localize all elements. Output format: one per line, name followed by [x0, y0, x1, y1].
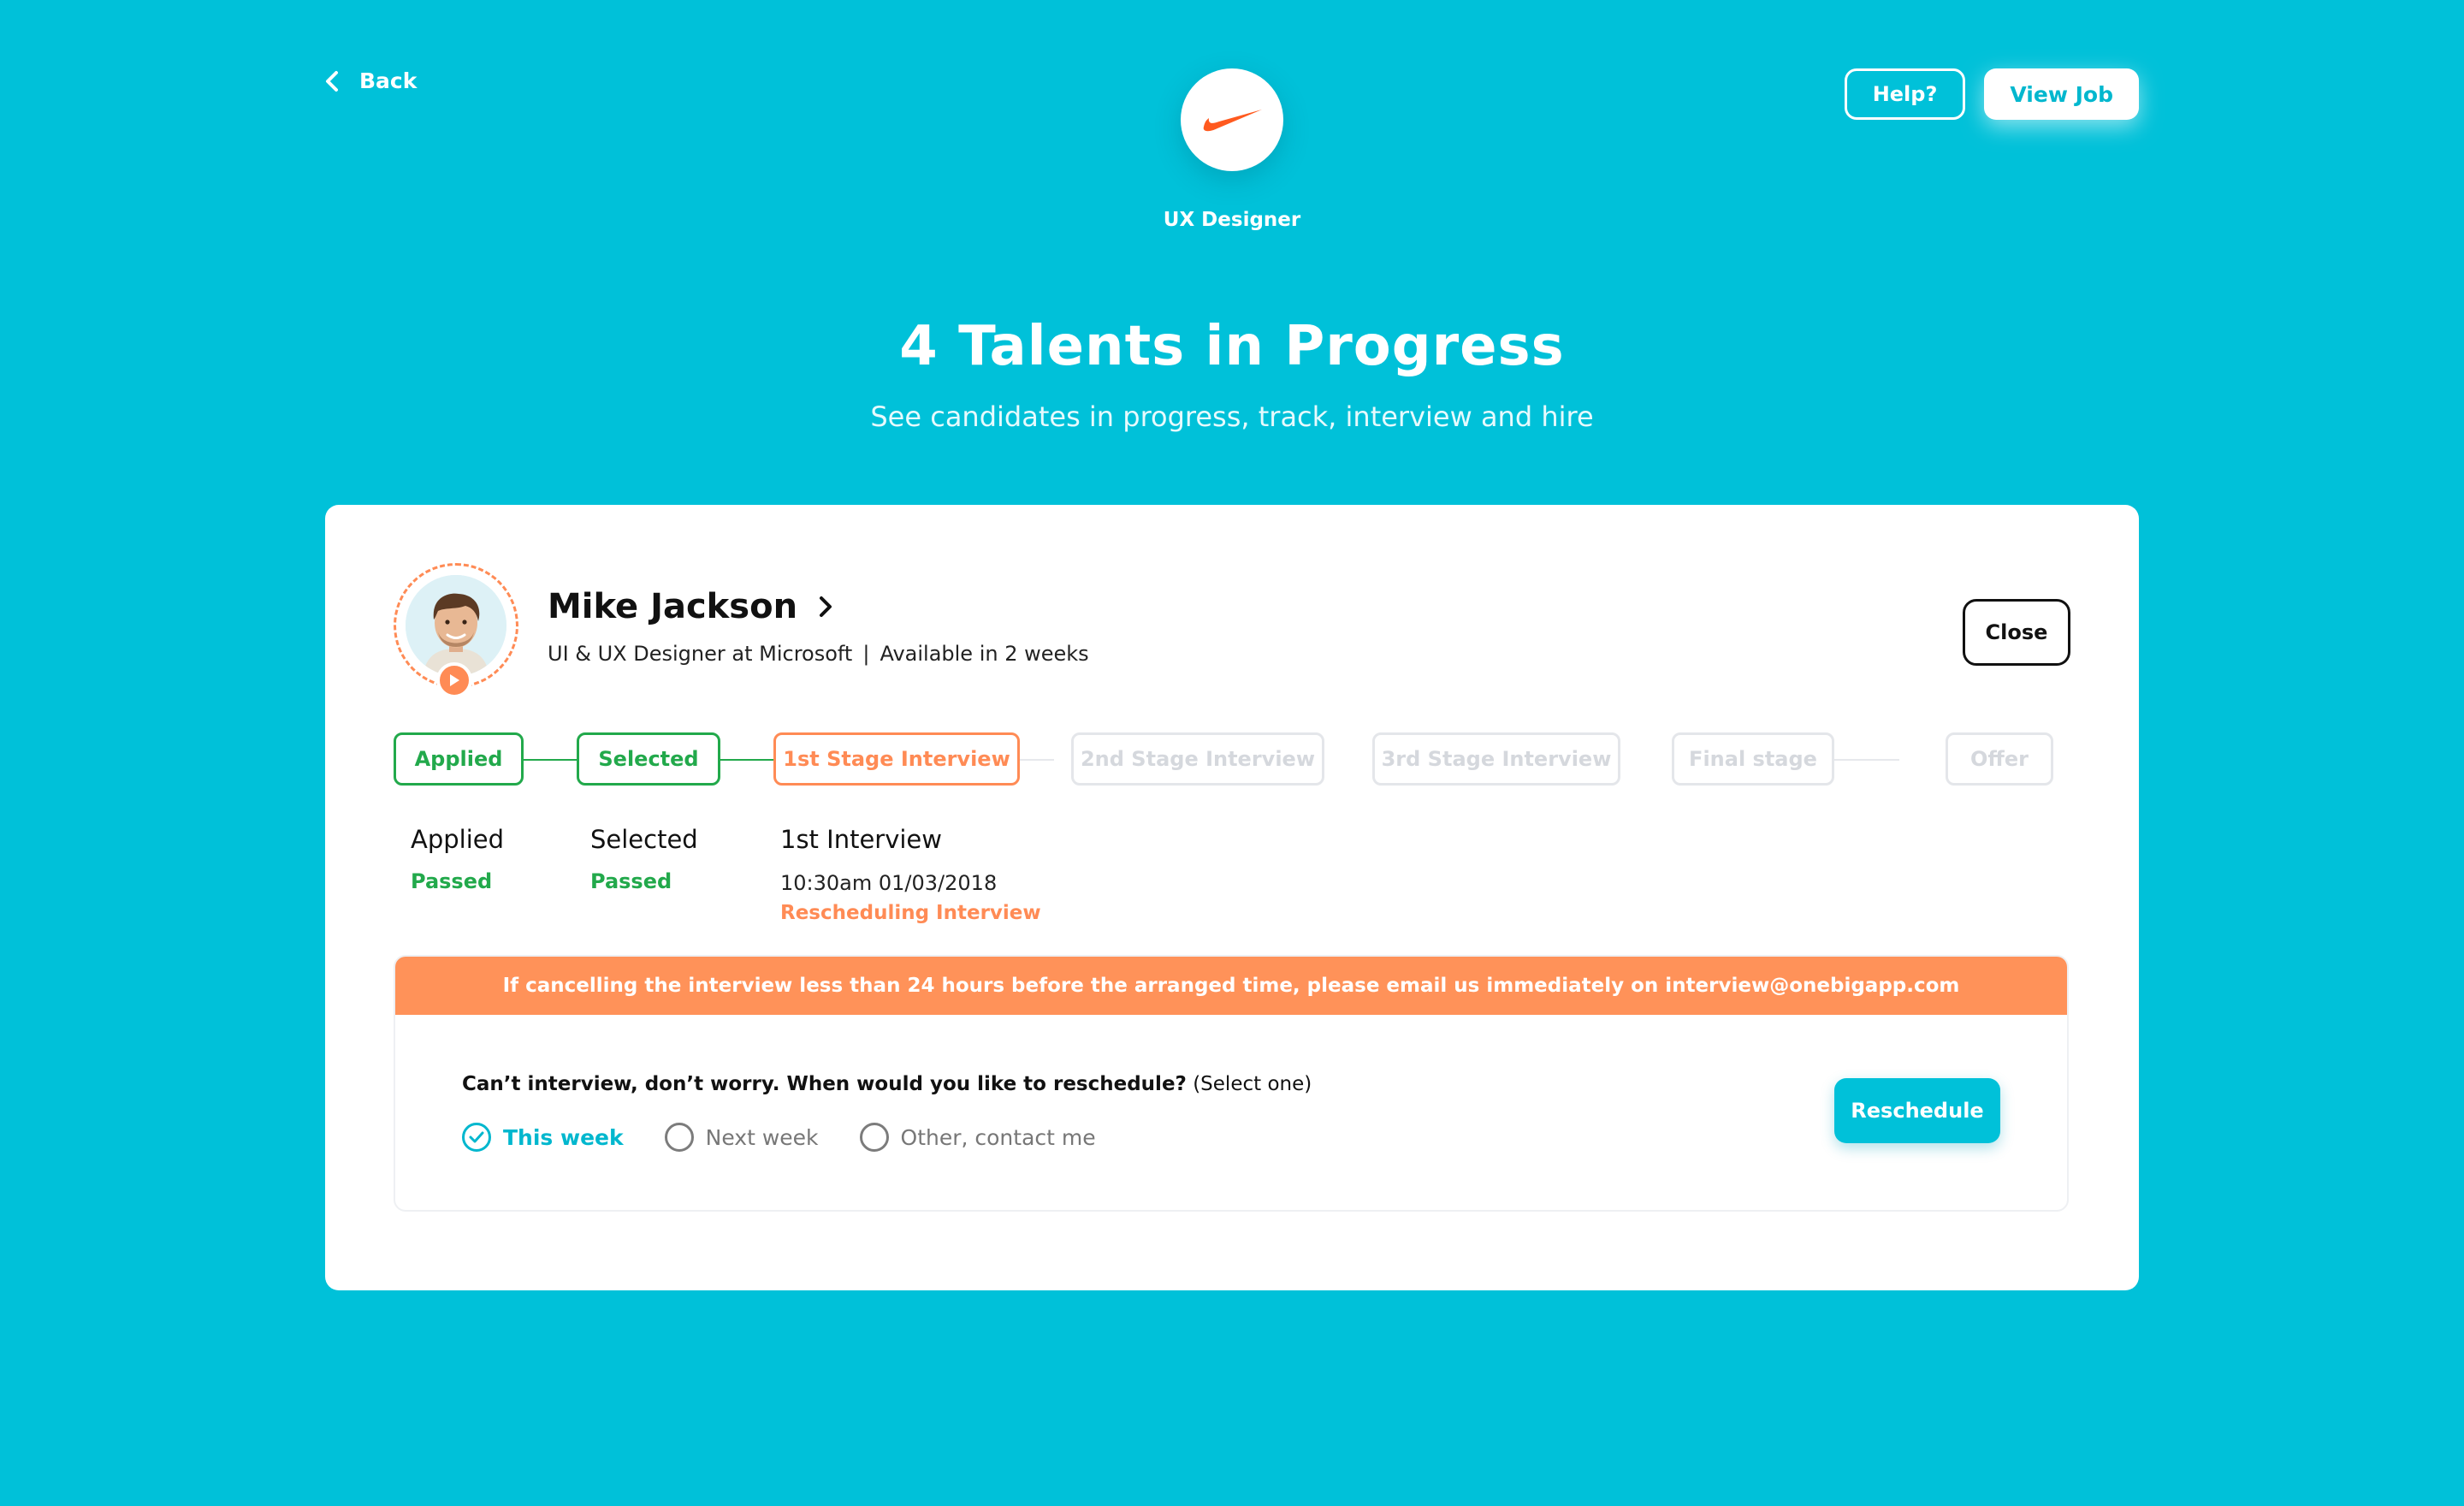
- radio-checked-icon: [462, 1123, 491, 1152]
- option-this-week[interactable]: This week: [462, 1123, 624, 1152]
- reschedule-button[interactable]: Reschedule: [1834, 1078, 2000, 1143]
- candidate-role: UI & UX Designer at Microsoft: [548, 642, 853, 666]
- question-text: Can’t interview, don’t worry. When would…: [462, 1073, 1187, 1095]
- candidate-meta: UI & UX Designer at Microsoft | Available …: [548, 642, 1089, 666]
- reschedule-question: Can’t interview, don’t worry. When would…: [462, 1073, 1312, 1095]
- top-actions: Help? View Job: [1844, 68, 2139, 120]
- option-label: Other, contact me: [900, 1124, 1096, 1150]
- job-title: UX Designer: [1163, 209, 1301, 231]
- stage-first-interview[interactable]: 1st Stage Interview: [773, 732, 1020, 786]
- reschedule-panel: If cancelling the interview less than 24…: [394, 955, 2069, 1212]
- back-label: Back: [359, 68, 418, 93]
- stage-offer[interactable]: Offer: [1946, 732, 2053, 786]
- radio-unchecked-icon: [664, 1123, 694, 1152]
- stage-final[interactable]: Final stage: [1672, 732, 1834, 786]
- avatar: [406, 575, 506, 676]
- option-label: This week: [503, 1124, 624, 1150]
- stage-third-interview[interactable]: 3rd Stage Interview: [1372, 732, 1620, 786]
- reschedule-options: This week Next week Other, contact me: [462, 1123, 1096, 1152]
- stage-second-interview[interactable]: 2nd Stage Interview: [1071, 732, 1324, 786]
- detail-status: Passed: [411, 869, 493, 893]
- candidate-name: Mike Jackson: [548, 587, 798, 626]
- chevron-right-icon: [820, 596, 832, 617]
- detail-selected: Selected Passed: [590, 825, 698, 893]
- chevron-left-icon: [326, 70, 338, 92]
- option-next-week[interactable]: Next week: [664, 1123, 819, 1152]
- detail-title: 1st Interview: [780, 825, 942, 854]
- stage-connector: [524, 759, 577, 761]
- question-hint: (Select one): [1193, 1073, 1312, 1095]
- detail-status: Passed: [590, 869, 672, 893]
- warning-banner: If cancelling the interview less than 24…: [395, 957, 2067, 1015]
- stage-connector: [720, 759, 773, 761]
- stage-applied[interactable]: Applied: [394, 732, 524, 786]
- play-icon: [450, 674, 459, 686]
- help-button[interactable]: Help?: [1844, 68, 1966, 120]
- page-subtitle: See candidates in progress, track, inter…: [870, 400, 1594, 433]
- option-other[interactable]: Other, contact me: [859, 1123, 1096, 1152]
- play-video-button[interactable]: [436, 662, 472, 698]
- detail-applied: Applied Passed: [411, 825, 504, 893]
- detail-interview: 1st Interview 10:30am 01/03/2018 Resched…: [780, 825, 1041, 924]
- company-logo: [1181, 68, 1283, 171]
- detail-title: Selected: [590, 825, 698, 854]
- stage-selected[interactable]: Selected: [577, 732, 720, 786]
- interview-time: 10:30am 01/03/2018: [780, 871, 998, 895]
- close-button[interactable]: Close: [1963, 599, 2070, 666]
- candidate-card: Mike Jackson UI & UX Designer at Microso…: [325, 505, 2139, 1290]
- view-job-button[interactable]: View Job: [1984, 68, 2139, 120]
- candidate-availability: Available in 2 weeks: [880, 642, 1089, 666]
- candidate-name-link[interactable]: Mike Jackson: [548, 587, 833, 626]
- avatar-image: [406, 575, 506, 676]
- swoosh-logo-icon: [1203, 110, 1262, 132]
- stage-pipeline: Applied Selected 1st Stage Interview 2nd…: [394, 732, 2070, 787]
- meta-separator: |: [862, 642, 870, 666]
- radio-unchecked-icon: [859, 1123, 889, 1152]
- detail-title: Applied: [411, 825, 505, 854]
- option-label: Next week: [705, 1124, 819, 1150]
- interview-note: Rescheduling Interview: [780, 902, 1041, 924]
- back-link[interactable]: Back: [323, 68, 417, 93]
- page-title: 4 Talents in Progress: [899, 315, 1565, 378]
